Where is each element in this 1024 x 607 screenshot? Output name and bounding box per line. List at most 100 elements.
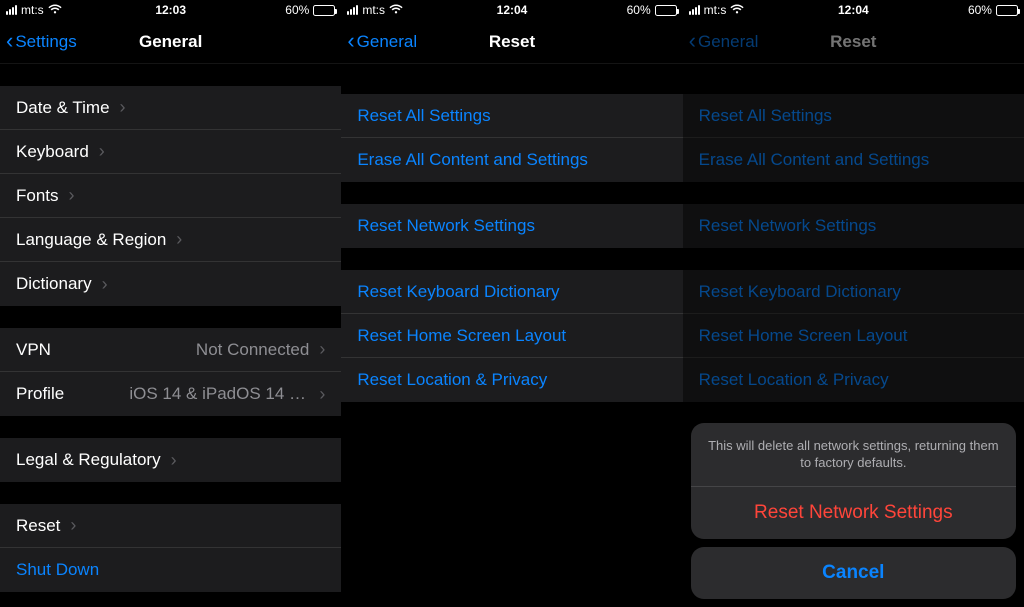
list-row[interactable]: Language & Region › [0, 218, 341, 262]
list-row[interactable]: Reset Location & Privacy [341, 358, 682, 402]
settings-group: Reset All Settings Erase All Content and … [341, 94, 682, 182]
settings-group: Legal & Regulatory › [0, 438, 341, 482]
settings-group: VPN Not Connected › Profile iOS 14 & iPadOS … [0, 328, 341, 416]
row-label: Dictionary [16, 274, 92, 294]
chevron-right-icon: › [171, 450, 177, 471]
signal-icon [6, 5, 17, 15]
list-row[interactable]: Profile iOS 14 & iPadOS 14 Beta Softwar..… [0, 372, 341, 416]
settings-group: Reset Network Settings [683, 204, 1024, 248]
back-button[interactable]: ‹ General [689, 31, 759, 53]
row-label: Shut Down [16, 560, 99, 580]
list-row[interactable]: Reset Home Screen Layout [341, 314, 682, 358]
chevron-left-icon: ‹ [689, 30, 696, 52]
row-label: Reset Keyboard Dictionary [357, 282, 559, 302]
signal-icon [347, 5, 358, 15]
list-row: Erase All Content and Settings [683, 138, 1024, 182]
chevron-right-icon: › [319, 339, 325, 360]
row-label: Fonts [16, 186, 59, 206]
chevron-right-icon: › [176, 229, 182, 250]
list-row[interactable]: Date & Time › [0, 86, 341, 130]
row-label: Reset Location & Privacy [699, 370, 889, 390]
navbar: ‹ General Reset [683, 20, 1024, 64]
list-row[interactable]: Reset › [0, 504, 341, 548]
back-button[interactable]: ‹ General [347, 31, 417, 53]
chevron-right-icon: › [70, 515, 76, 536]
list-row[interactable]: Keyboard › [0, 130, 341, 174]
back-label: Settings [15, 32, 76, 52]
chevron-right-icon: › [120, 97, 126, 118]
battery-icon [313, 5, 335, 16]
chevron-right-icon: › [319, 384, 325, 405]
row-label: Reset Home Screen Layout [357, 326, 566, 346]
chevron-right-icon: › [69, 185, 75, 206]
row-label: Keyboard [16, 142, 89, 162]
carrier-label: mt:s [362, 3, 385, 17]
content-scroll[interactable]: Date & Time›Keyboard›Fonts›Language & Re… [0, 64, 341, 607]
list-row[interactable]: Fonts › [0, 174, 341, 218]
screen-reset: mt:s 12:04 60% ‹ General Reset Reset All… [341, 0, 682, 607]
list-row: Reset All Settings [683, 94, 1024, 138]
status-bar: mt:s 12:04 60% [683, 0, 1024, 20]
row-label: Reset Home Screen Layout [699, 326, 908, 346]
carrier-label: mt:s [21, 3, 44, 17]
chevron-right-icon: › [102, 274, 108, 295]
sheet-cancel-button[interactable]: Cancel [691, 547, 1016, 599]
row-label: Reset [16, 516, 60, 536]
navbar: ‹ Settings General [0, 20, 341, 64]
row-label: Reset Network Settings [357, 216, 535, 236]
row-label: Reset Location & Privacy [357, 370, 547, 390]
settings-group: Date & Time›Keyboard›Fonts›Language & Re… [0, 86, 341, 306]
chevron-left-icon: ‹ [347, 30, 354, 52]
list-row[interactable]: Dictionary › [0, 262, 341, 306]
back-button[interactable]: ‹ Settings [6, 31, 77, 53]
list-row[interactable]: Reset Network Settings [341, 204, 682, 248]
sheet-destructive-button[interactable]: Reset Network Settings [691, 487, 1016, 539]
back-label: General [698, 32, 758, 52]
status-bar: mt:s 12:04 60% [341, 0, 682, 20]
row-value: Not Connected [186, 340, 309, 360]
action-sheet: This will delete all network settings, r… [691, 423, 1016, 599]
settings-group: Reset Keyboard Dictionary Reset Home Scre… [683, 270, 1024, 402]
row-label: Legal & Regulatory [16, 450, 161, 470]
content-scroll[interactable]: Reset All Settings Erase All Content and … [341, 64, 682, 607]
back-label: General [357, 32, 417, 52]
list-row: Reset Home Screen Layout [683, 314, 1024, 358]
battery-pct: 60% [968, 3, 992, 17]
row-label: Reset All Settings [357, 106, 490, 126]
wifi-icon [730, 3, 744, 17]
status-bar: mt:s 12:03 60% [0, 0, 341, 20]
sheet-message: This will delete all network settings, r… [691, 423, 1016, 487]
list-row: Reset Keyboard Dictionary [683, 270, 1024, 314]
chevron-right-icon: › [99, 141, 105, 162]
row-label: Erase All Content and Settings [699, 150, 930, 170]
chevron-left-icon: ‹ [6, 30, 13, 52]
row-label: VPN [16, 340, 51, 360]
list-row: Reset Location & Privacy [683, 358, 1024, 402]
list-row[interactable]: VPN Not Connected › [0, 328, 341, 372]
list-row[interactable]: Legal & Regulatory › [0, 438, 341, 482]
row-value: iOS 14 & iPadOS 14 Beta Softwar... [119, 384, 309, 404]
navbar: ‹ General Reset [341, 20, 682, 64]
signal-icon [689, 5, 700, 15]
action-sheet-panel: This will delete all network settings, r… [691, 423, 1016, 539]
wifi-icon [389, 3, 403, 17]
battery-pct: 60% [627, 3, 651, 17]
settings-group: Reset › Shut Down [0, 504, 341, 592]
list-row[interactable]: Reset Keyboard Dictionary [341, 270, 682, 314]
battery-icon [655, 5, 677, 16]
list-row[interactable]: Shut Down [0, 548, 341, 592]
row-label: Reset All Settings [699, 106, 832, 126]
battery-pct: 60% [285, 3, 309, 17]
screen-general: mt:s 12:03 60% ‹ Settings General Date &… [0, 0, 341, 607]
list-row[interactable]: Reset All Settings [341, 94, 682, 138]
settings-group: Reset All Settings Erase All Content and … [683, 94, 1024, 182]
list-row[interactable]: Erase All Content and Settings [341, 138, 682, 182]
carrier-label: mt:s [704, 3, 727, 17]
list-row: Reset Network Settings [683, 204, 1024, 248]
settings-group: Reset Network Settings [341, 204, 682, 248]
row-label: Profile [16, 384, 64, 404]
row-label: Date & Time [16, 98, 110, 118]
wifi-icon [48, 3, 62, 17]
settings-group: Reset Keyboard Dictionary Reset Home Scre… [341, 270, 682, 402]
row-label: Language & Region [16, 230, 166, 250]
